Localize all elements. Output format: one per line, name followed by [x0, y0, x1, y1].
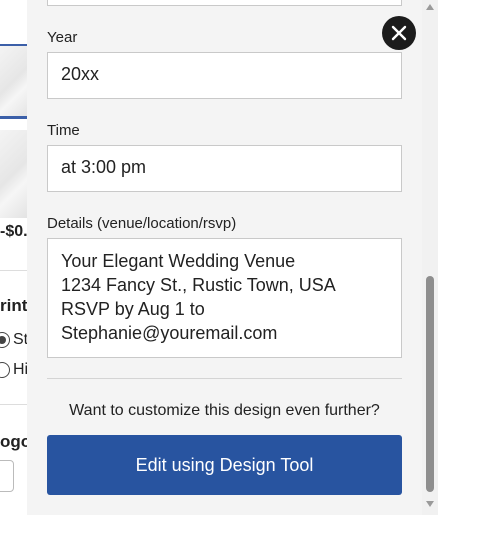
- chevron-up-icon[interactable]: [426, 4, 434, 10]
- customize-prompt: Want to customize this design even furth…: [69, 402, 380, 419]
- price-text: -$0.: [0, 223, 28, 240]
- details-textarea[interactable]: Your Elegant Wedding Venue 1234 Fancy St…: [47, 238, 402, 358]
- time-input[interactable]: at 3:00 pm: [47, 145, 402, 192]
- print-option-label: St: [13, 331, 29, 348]
- screen: -$0. rint St Hi ogo Year 20xx Time at 3:…: [0, 0, 480, 553]
- radio-selected[interactable]: [0, 332, 10, 348]
- chevron-down-icon[interactable]: [426, 501, 434, 507]
- close-icon: [391, 25, 407, 41]
- previous-field-input[interactable]: [47, 0, 402, 6]
- scrollbar[interactable]: [422, 0, 438, 515]
- details-line: Your Elegant Wedding Venue: [61, 251, 296, 271]
- print-option-standard[interactable]: St: [0, 328, 28, 352]
- print-option-high[interactable]: Hi: [0, 358, 28, 382]
- logo-input[interactable]: [0, 460, 14, 492]
- year-input-value: 20xx: [61, 64, 100, 84]
- close-button[interactable]: [382, 16, 416, 50]
- year-input[interactable]: 20xx: [47, 52, 402, 99]
- details-line: RSVP by Aug 1 to: [61, 299, 205, 319]
- year-label: Year: [47, 29, 78, 46]
- radio-unselected[interactable]: [0, 362, 10, 378]
- scrollbar-thumb[interactable]: [426, 276, 434, 492]
- divider: [47, 378, 402, 379]
- time-input-value: at 3:00 pm: [61, 157, 147, 177]
- time-label: Time: [47, 122, 80, 139]
- details-line: 1234 Fancy St., Rustic Town, USA: [61, 275, 336, 295]
- print-heading: rint: [0, 296, 28, 315]
- details-line: Stephanie@youremail.com: [61, 323, 278, 343]
- edit-design-tool-button[interactable]: Edit using Design Tool: [47, 435, 402, 495]
- print-option-label: Hi: [13, 361, 29, 378]
- customize-panel: Year 20xx Time at 3:00 pm Details (venue…: [27, 0, 422, 515]
- details-label: Details (venue/location/rsvp): [47, 215, 237, 232]
